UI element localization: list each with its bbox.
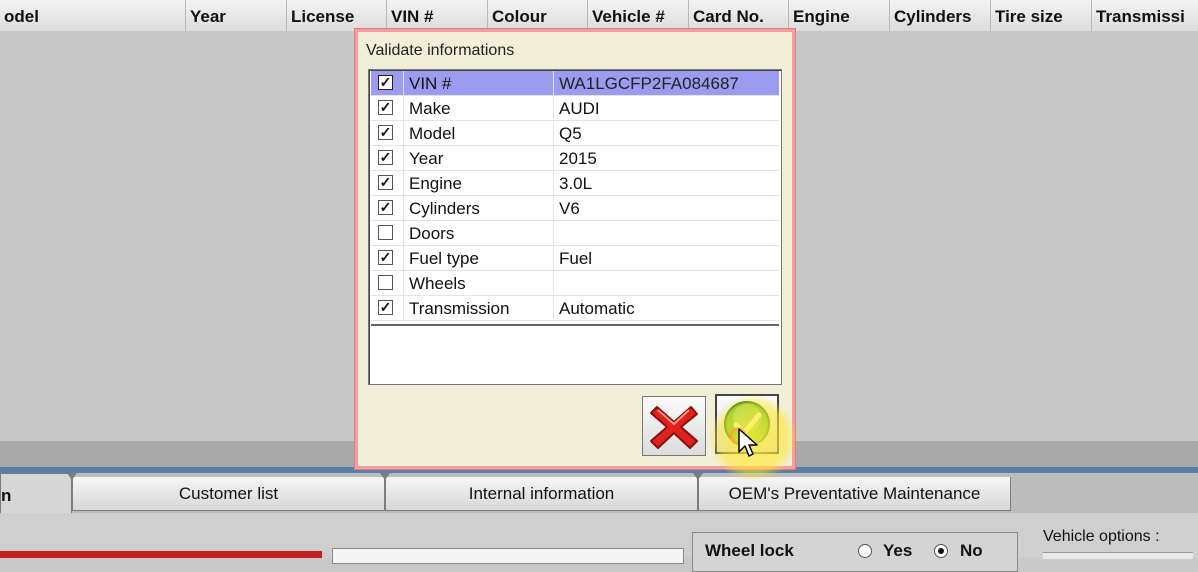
field-value: WA1LGCFP2FA084687: [559, 74, 739, 93]
field-name: Cylinders: [409, 196, 554, 220]
field-value: Q5: [559, 124, 582, 143]
field-value: Automatic: [559, 299, 635, 318]
field-name: Transmission: [409, 296, 554, 320]
checkbox[interactable]: ✓: [378, 200, 393, 215]
tab-label: Internal information: [468, 484, 615, 503]
tab-notch: [67, 473, 77, 480]
column-header-engine[interactable]: Engine: [789, 0, 890, 31]
tab-notch: [380, 473, 390, 480]
tab-label: Customer list: [178, 484, 279, 503]
checkbox[interactable]: ✓: [378, 175, 393, 190]
list-item[interactable]: ✓ VIN # WA1LGCFP2FA084687: [371, 71, 779, 96]
field-value: [559, 271, 777, 295]
column-header-vin[interactable]: VIN #: [387, 0, 488, 31]
checkbox[interactable]: [378, 225, 393, 240]
field-value: Fuel: [559, 249, 593, 268]
list-divider: [371, 324, 779, 326]
tab-oem-preventative-maintenance[interactable]: OEM's Preventative Maintenance: [698, 477, 1011, 511]
list-item[interactable]: ✓ Transmission Automatic: [371, 296, 779, 321]
field-value: 3.0L: [559, 174, 593, 193]
field-name: Engine: [409, 171, 554, 195]
checkbox[interactable]: ✓: [378, 75, 393, 90]
tab-active-label: n: [1, 486, 12, 505]
tab-notch: [693, 473, 703, 480]
field-value: AUDI: [559, 99, 600, 118]
list-item[interactable]: ✓ Model Q5: [371, 121, 779, 146]
wheel-lock-no-label: No: [960, 541, 983, 560]
field-name: Model: [409, 121, 554, 145]
detail-input-field[interactable]: [332, 548, 684, 564]
cancel-button[interactable]: [642, 396, 706, 456]
checkbox[interactable]: [378, 275, 393, 290]
column-header-card-no[interactable]: Card No.: [689, 0, 789, 31]
list-item[interactable]: ✓ Engine 3.0L: [371, 171, 779, 196]
column-header-model[interactable]: odel: [0, 0, 186, 31]
column-header-license[interactable]: License: [287, 0, 387, 31]
list-item[interactable]: ✓ Make AUDI: [371, 96, 779, 121]
list-item[interactable]: ✓ Cylinders V6: [371, 196, 779, 221]
validate-informations-dialog: Validate informations ✓ VIN # WA1LGCFP2F…: [355, 29, 795, 469]
checkbox[interactable]: ✓: [378, 250, 393, 265]
wheel-lock-yes-radio[interactable]: [858, 544, 872, 558]
field-name: Fuel type: [409, 246, 554, 270]
field-value: [559, 221, 777, 245]
field-name: Doors: [409, 221, 554, 245]
status-bar-red: [0, 551, 322, 558]
vehicle-options-label: Vehicle options :: [1043, 528, 1160, 545]
validation-list[interactable]: ✓ VIN # WA1LGCFP2FA084687 ✓ Make AUDI ✓ …: [368, 69, 782, 385]
checkbox[interactable]: ✓: [378, 300, 393, 315]
column-header-year[interactable]: Year: [186, 0, 287, 31]
grid-header: odel Year License VIN # Colour Vehicle #…: [0, 0, 1198, 32]
tab-customer-list[interactable]: Customer list: [72, 477, 385, 511]
list-item[interactable]: ✓ Fuel type Fuel: [371, 246, 779, 271]
field-name: VIN #: [409, 71, 554, 95]
column-header-vehicle-number[interactable]: Vehicle #: [588, 0, 689, 31]
field-name: Make: [409, 96, 554, 120]
column-header-transmission[interactable]: Transmissi: [1092, 0, 1198, 31]
wheel-lock-no-radio[interactable]: [934, 544, 948, 558]
wheel-lock-label: Wheel lock: [705, 541, 794, 560]
list-item[interactable]: Wheels: [371, 271, 779, 296]
tab-active[interactable]: n: [0, 473, 72, 513]
wheel-lock-yes-label: Yes: [883, 541, 913, 560]
column-header-cylinders[interactable]: Cylinders: [890, 0, 991, 31]
list-item[interactable]: ✓ Year 2015: [371, 146, 779, 171]
field-name: Wheels: [409, 271, 554, 295]
checkbox[interactable]: ✓: [378, 100, 393, 115]
tab-internal-information[interactable]: Internal information: [385, 477, 698, 511]
tab-label: OEM's Preventative Maintenance: [728, 484, 981, 503]
mouse-pointer-icon: [738, 428, 758, 457]
wheel-lock-group: Wheel lock Yes No: [692, 532, 1018, 572]
field-value: 2015: [559, 149, 597, 168]
tab-strip: n Customer list Internal information OEM…: [0, 473, 1198, 513]
column-header-colour[interactable]: Colour: [488, 0, 588, 31]
dialog-title: Validate informations: [366, 42, 515, 59]
list-item[interactable]: Doors: [371, 221, 779, 246]
field-value: V6: [559, 199, 580, 218]
checkbox[interactable]: ✓: [378, 125, 393, 140]
field-name: Year: [409, 146, 554, 170]
red-x-icon: [650, 406, 698, 449]
column-header-tire-size[interactable]: Tire size: [991, 0, 1092, 31]
checkbox[interactable]: ✓: [378, 150, 393, 165]
